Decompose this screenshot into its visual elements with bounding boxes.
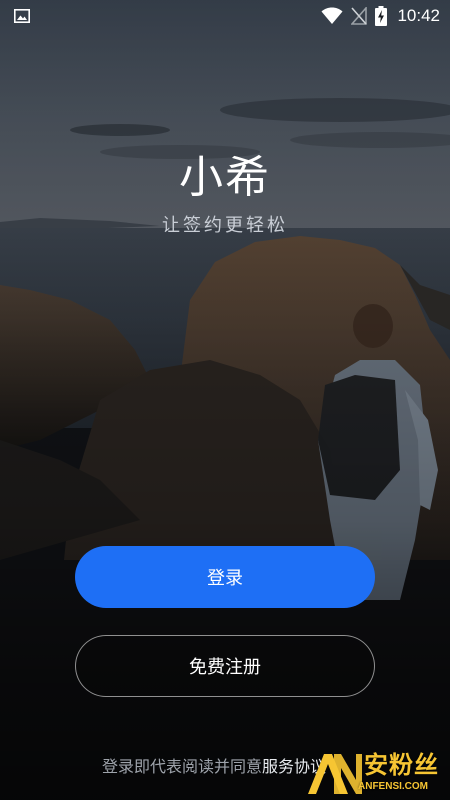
login-button[interactable]: 登录 <box>75 546 375 608</box>
status-time: 10:42 <box>397 6 440 25</box>
no-signal-icon <box>351 7 368 25</box>
app-slogan: 让签约更轻松 <box>162 215 288 236</box>
watermark-text-cn: 安粉丝 <box>364 751 439 779</box>
app-title: 小希 <box>179 152 271 203</box>
register-button[interactable]: 免费注册 <box>75 635 375 697</box>
watermark-text-en: ANFENSI.COM <box>358 781 428 792</box>
wifi-icon <box>321 7 343 24</box>
gallery-icon <box>14 9 30 23</box>
status-bar: 10:42 <box>0 0 450 32</box>
agreement-prefix: 登录即代表阅读并同意 <box>102 757 263 776</box>
battery-charging-icon <box>375 6 388 26</box>
agreement-text: 登录即代表阅读并同意服务协议 <box>102 754 326 780</box>
watermark: 安粉丝 ANFENSI.COM <box>302 748 450 800</box>
